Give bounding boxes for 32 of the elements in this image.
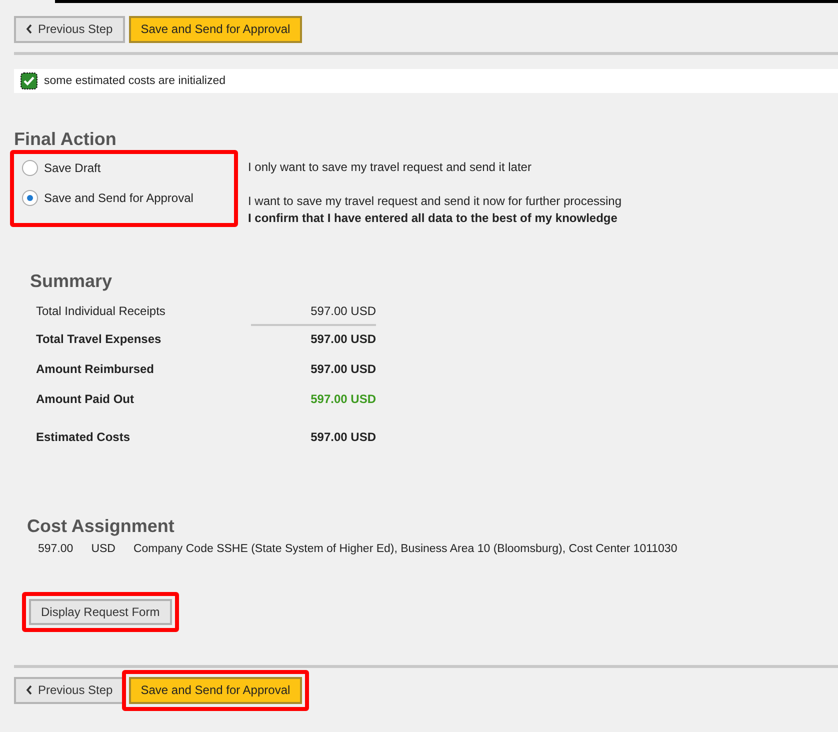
summary-value: 597.00 USD: [250, 304, 376, 326]
radio-button[interactable]: [22, 190, 38, 206]
summary-label: Total Travel Expenses: [36, 332, 162, 346]
chevron-left-icon: [26, 24, 32, 34]
chevron-left-icon: [26, 685, 32, 695]
success-check-icon: [20, 72, 38, 90]
display-request-form-button[interactable]: Display Request Form: [29, 599, 172, 625]
summary-label: Amount Paid Out: [36, 392, 134, 406]
summary-value: 597.00 USD: [310, 362, 376, 376]
section-heading: Final Action: [14, 129, 118, 150]
approval-button[interactable]: Save and Send for Approval: [128, 676, 302, 704]
summary-value: 597.00 USD: [310, 430, 376, 444]
message-text: some estimated costs are initialized: [44, 75, 226, 87]
section-heading: Cost Assignment: [27, 516, 176, 537]
radio-option[interactable]: Save and Send for Approval: [22, 190, 220, 206]
summary-label: Amount Reimbursed: [36, 362, 154, 376]
radio-button[interactable]: [22, 160, 38, 176]
cost-description: Company Code SSHE (State System of Higher Ed), Business Area 10 (Bloomsburg), Cost Center 1011030: [133, 543, 678, 555]
section-heading: Summary: [30, 271, 114, 292]
previous-step-button[interactable]: Previous Step: [14, 16, 125, 42]
radio-option[interactable]: Save Draft: [22, 160, 220, 176]
previous-step-button[interactable]: Previous Step: [14, 676, 125, 704]
summary-label: Total Individual Receipts: [36, 304, 166, 318]
summary-label: Estimated Costs: [36, 430, 130, 444]
summary-value: 597.00 USD: [310, 392, 376, 406]
option-description: I want to save my travel request and send it now for further processing: [248, 193, 622, 210]
approval-button[interactable]: Save and Send for Approval: [128, 16, 302, 42]
option-description: I confirm that I have entered all data to the best of my knowledge: [248, 210, 618, 227]
summary-value: 597.00 USD: [310, 332, 376, 346]
cost-currency: USD: [91, 543, 116, 555]
option-description: I only want to save my travel request and send it later: [248, 159, 532, 176]
cost-amount: 597.00: [38, 543, 74, 555]
